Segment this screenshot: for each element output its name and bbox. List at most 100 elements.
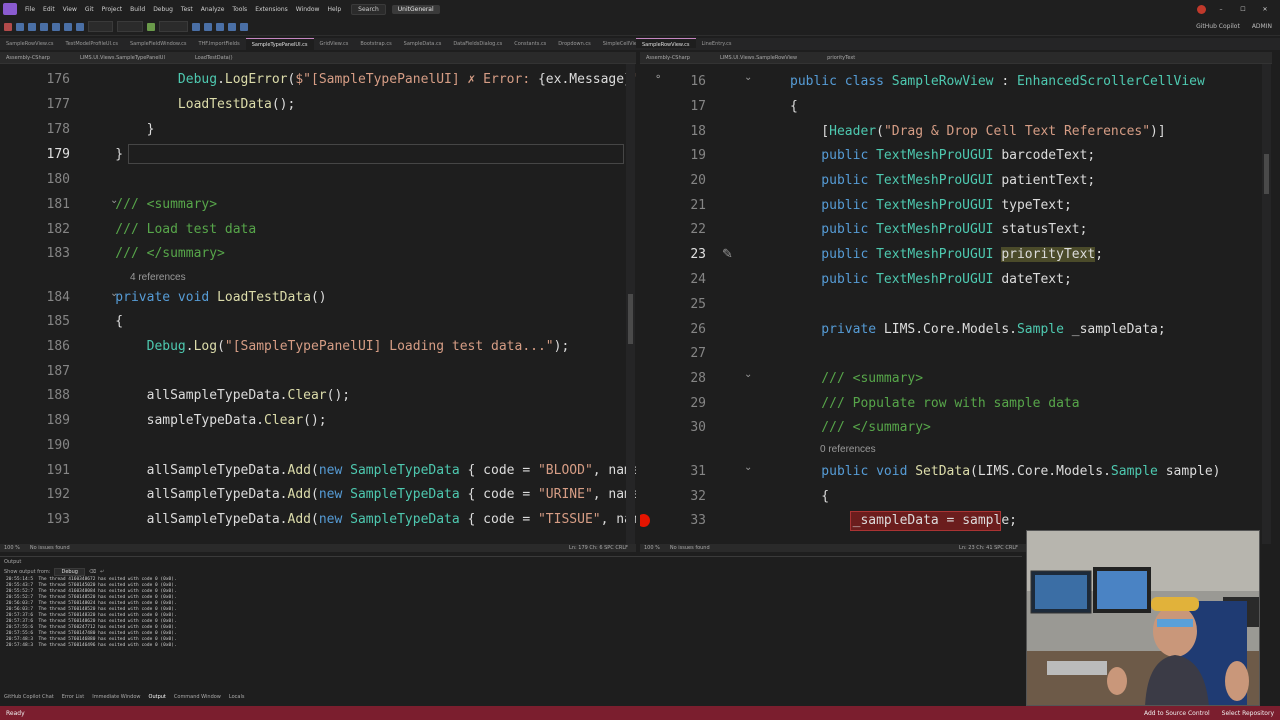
file-tab[interactable]: DataFieldsDialog.cs — [447, 38, 508, 50]
file-tab[interactable]: SampleFieldWindow.cs — [124, 38, 193, 50]
nav-dropdown[interactable]: priorityText — [827, 55, 855, 61]
code-line[interactable]: } — [84, 118, 155, 142]
attach-dropdown[interactable] — [158, 21, 189, 32]
output-source-select[interactable]: Debug — [54, 568, 85, 576]
collapse-chevron-icon[interactable]: ⌄ — [744, 72, 752, 83]
tool-tab[interactable]: Command Window — [174, 694, 221, 700]
right-code-area[interactable]: 16 public class SampleRowView : EnhancedS… — [640, 68, 1272, 544]
code-line[interactable]: public void SetData(LIMS.Core.Models.Sam… — [790, 460, 1220, 484]
menu-item-test[interactable]: Test — [177, 6, 197, 13]
status-action[interactable]: Select Repository — [1222, 710, 1274, 717]
nav-dropdown[interactable]: Assembly-CSharp — [6, 55, 50, 61]
minimize-icon[interactable]: – — [1214, 6, 1228, 13]
code-line[interactable]: public TextMeshProUGUI barcodeText; — [790, 144, 1095, 168]
code-line[interactable]: public TextMeshProUGUI patientText; — [790, 169, 1095, 193]
code-line[interactable]: public TextMeshProUGUI dateText; — [790, 268, 1071, 292]
tool-tab[interactable]: Immediate Window — [92, 694, 140, 700]
file-tab[interactable]: THF.ImportFields — [192, 38, 245, 50]
toolbar-icon-1[interactable] — [192, 22, 201, 31]
right-editor[interactable]: Assembly-CSharp LIMS.UI.Views.SampleRowVi… — [640, 52, 1272, 544]
word-wrap-icon[interactable]: ↵ — [100, 569, 104, 575]
toolbar-icon-5[interactable] — [240, 22, 249, 31]
clear-output-icon[interactable]: ⌫ — [89, 569, 96, 575]
left-editor[interactable]: Assembly-CSharp LIMS.UI.Views.SampleTypeP… — [0, 52, 636, 544]
quick-action-icon[interactable]: ✎ — [722, 247, 733, 262]
redo-icon[interactable] — [76, 22, 84, 31]
file-tab[interactable]: SampleRowView.cs — [0, 38, 60, 50]
save-icon[interactable] — [40, 22, 48, 31]
code-line[interactable]: { — [790, 95, 798, 119]
left-issues[interactable]: No issues found — [30, 545, 70, 551]
code-line[interactable]: public TextMeshProUGUI priorityText; — [790, 243, 1103, 267]
menu-item-help[interactable]: Help — [323, 6, 345, 13]
menu-item-project[interactable]: Project — [98, 6, 127, 13]
breakpoint-icon[interactable] — [640, 514, 650, 527]
code-line[interactable]: { — [84, 310, 123, 334]
code-line[interactable]: private LIMS.Core.Models.Sample _sampleD… — [790, 318, 1165, 342]
config-dropdown[interactable] — [88, 21, 114, 32]
nav-dropdown[interactable]: LoadTestData() — [195, 55, 233, 61]
file-tab[interactable]: SampleTypePanelUI.cs — [245, 38, 314, 50]
nav-dropdown[interactable]: LIMS.UI.Views.SampleTypePanelUI — [80, 55, 165, 61]
code-lens-references[interactable]: 4 references — [130, 272, 186, 283]
code-line[interactable]: allSampleTypeData.Add(new SampleTypeData… — [84, 483, 636, 507]
file-tab[interactable]: TestModelProfileUI.cs — [60, 38, 124, 50]
right-zoom[interactable]: 100 % — [644, 545, 660, 551]
collapse-chevron-icon[interactable]: ⌄ — [110, 195, 118, 206]
collapse-chevron-icon[interactable]: ⌄ — [744, 462, 752, 473]
code-lens-references[interactable]: 0 references — [820, 444, 876, 455]
menu-item-edit[interactable]: Edit — [39, 6, 59, 13]
menu-item-file[interactable]: File — [21, 6, 39, 13]
code-line[interactable]: sampleTypeData.Clear(); — [84, 409, 327, 433]
tool-tab[interactable]: Output — [149, 694, 166, 700]
file-tab[interactable]: Constants.cs — [508, 38, 552, 50]
code-line[interactable]: public TextMeshProUGUI typeText; — [790, 194, 1071, 218]
menu-item-tools[interactable]: Tools — [228, 6, 251, 13]
code-line[interactable]: public class SampleRowView : EnhancedScr… — [790, 70, 1205, 94]
code-line[interactable]: } — [84, 143, 123, 167]
menu-item-analyze[interactable]: Analyze — [197, 6, 229, 13]
code-line[interactable]: [Header("Drag & Drop Cell Text Reference… — [790, 120, 1165, 144]
code-line[interactable]: Debug.Log("[SampleTypePanelUI] Loading t… — [84, 335, 570, 359]
code-line[interactable]: { — [790, 485, 829, 509]
toolbar-icon-4[interactable] — [228, 22, 237, 31]
new-file-icon[interactable] — [28, 22, 36, 31]
right-issues[interactable]: No issues found — [670, 545, 710, 551]
search-box[interactable]: Search — [351, 3, 386, 15]
bookmark-icon[interactable]: ⚬ — [654, 72, 662, 83]
back-icon[interactable] — [4, 22, 12, 31]
code-line[interactable]: _sampleData = sample; — [790, 509, 1017, 533]
file-tab[interactable]: Dropdown.cs — [552, 38, 596, 50]
file-tab[interactable]: SampleData.cs — [398, 38, 448, 50]
file-tab[interactable]: Bootstrap.cs — [354, 38, 397, 50]
left-code-area[interactable]: 176 Debug.LogError($"[SampleTypePanelUI]… — [0, 68, 636, 544]
close-icon[interactable]: ✕ — [1258, 6, 1272, 13]
collapse-chevron-icon[interactable]: ⌄ — [110, 288, 118, 299]
code-line[interactable]: /// Populate row with sample data — [790, 392, 1079, 416]
right-scrollbar[interactable] — [1262, 64, 1271, 544]
code-line[interactable]: /// <summary> — [790, 367, 923, 391]
tool-tab[interactable]: Error List — [62, 694, 85, 700]
file-tab[interactable]: GridView.cs — [314, 38, 355, 50]
menu-item-view[interactable]: View — [59, 6, 81, 13]
menu-item-build[interactable]: Build — [126, 6, 149, 13]
menu-item-extensions[interactable]: Extensions — [251, 6, 292, 13]
tool-tab[interactable]: GitHub Copilot Chat — [4, 694, 54, 700]
menu-item-git[interactable]: Git — [81, 6, 98, 13]
status-action[interactable]: Add to Source Control — [1144, 710, 1210, 717]
nav-dropdown[interactable]: Assembly-CSharp — [646, 55, 690, 61]
collapse-chevron-icon[interactable]: ⌄ — [744, 369, 752, 380]
code-line[interactable]: allSampleTypeData.Clear(); — [84, 384, 351, 408]
file-tab[interactable]: SampleRowView.cs — [636, 38, 696, 48]
left-scrollbar[interactable] — [626, 64, 635, 544]
file-tab[interactable]: LineEntry.cs — [696, 38, 738, 48]
undo-icon[interactable] — [64, 22, 72, 31]
code-line[interactable]: allSampleTypeData.Add(new SampleTypeData… — [84, 459, 636, 483]
start-debug-icon[interactable] — [146, 22, 155, 31]
toolbar-icon-2[interactable] — [204, 22, 213, 31]
forward-icon[interactable] — [16, 22, 24, 31]
tool-tab[interactable]: Locals — [229, 694, 245, 700]
code-line[interactable]: private void LoadTestData() — [84, 286, 326, 310]
menu-item-debug[interactable]: Debug — [149, 6, 177, 13]
copilot-button[interactable]: GitHub Copilot — [1196, 23, 1248, 30]
